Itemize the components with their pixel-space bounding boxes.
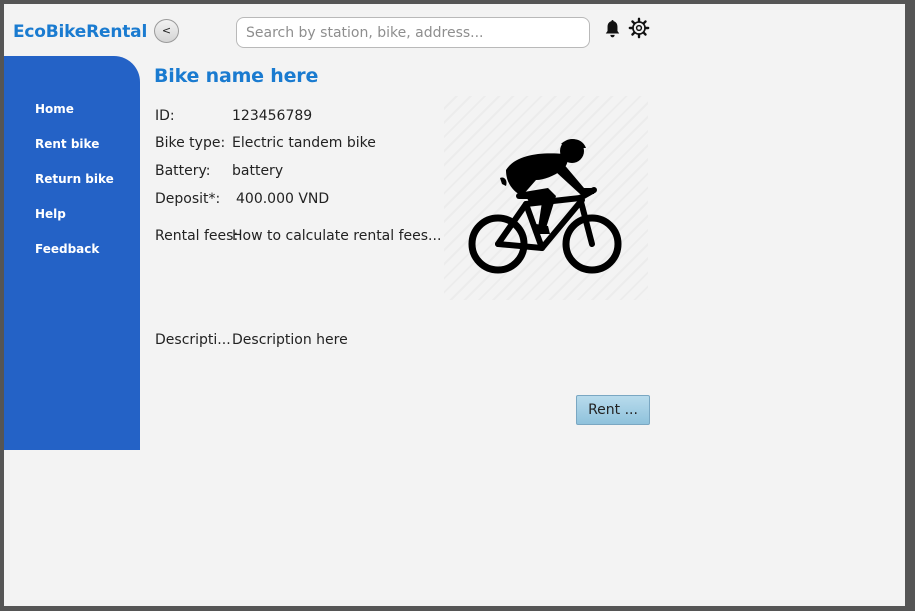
bike-type-value: Electric tandem bike (232, 135, 376, 151)
app-brand: EcoBikeRental (13, 22, 148, 42)
sidebar-item-rent-bike[interactable]: Rent bike (35, 137, 99, 151)
deposit-value: 400.000 VND (236, 191, 330, 207)
description-label: Descripti... (155, 332, 231, 348)
sidebar: Home Rent bike Return bike Help Feedback (4, 56, 140, 450)
rent-button[interactable]: Rent ... (576, 395, 650, 425)
sidebar-item-return-bike[interactable]: Return bike (35, 172, 114, 186)
gear-icon[interactable] (628, 17, 650, 39)
sidebar-item-home[interactable]: Home (35, 102, 74, 116)
battery-value: battery (232, 163, 284, 179)
cyclist-icon (468, 139, 622, 274)
id-label: ID: (155, 108, 175, 124)
back-button[interactable]: < (154, 19, 179, 43)
description-value: Description here (232, 332, 348, 348)
search-input[interactable] (236, 17, 590, 48)
bell-icon[interactable] (604, 18, 621, 39)
id-value: 123456789 (232, 108, 313, 124)
sidebar-item-feedback[interactable]: Feedback (35, 242, 99, 256)
bike-image (444, 96, 648, 300)
deposit-label: Deposit*: (155, 191, 221, 207)
app-window: EcoBikeRental < Home Rent bike Return bi… (4, 4, 905, 606)
rental-fees-link[interactable]: How to calculate rental fees... (232, 228, 441, 244)
rental-fees-label: Rental fees: (155, 228, 239, 244)
bike-type-label: Bike type: (155, 135, 226, 151)
page-title: Bike name here (154, 65, 319, 87)
sidebar-item-help[interactable]: Help (35, 207, 66, 221)
battery-label: Battery: (155, 163, 211, 179)
